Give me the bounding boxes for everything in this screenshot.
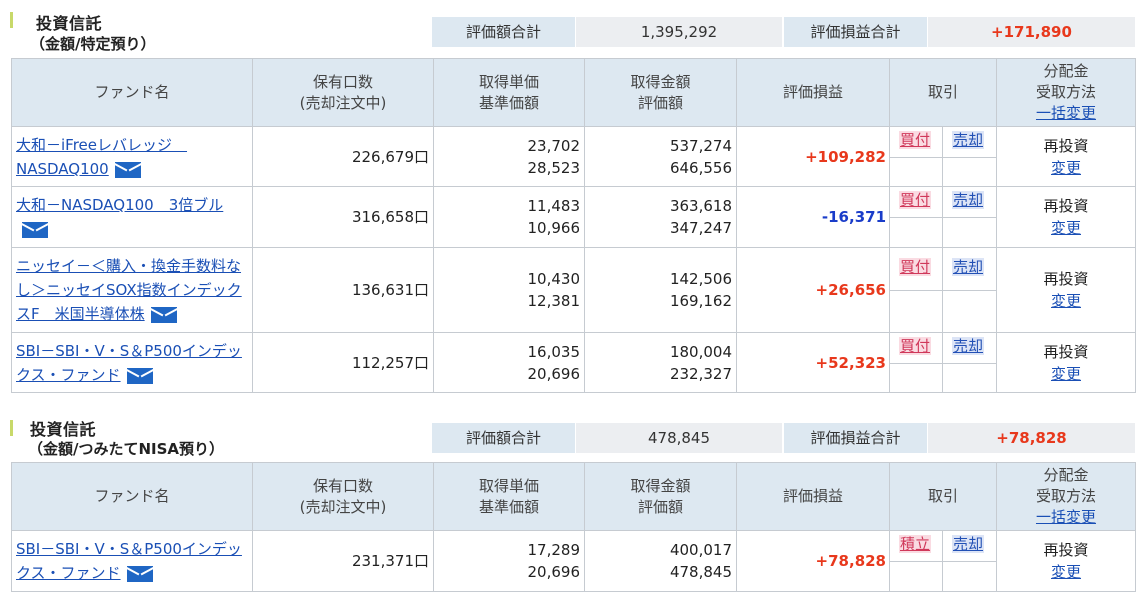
trade-cell: 買付 売却 [889, 186, 997, 248]
change-link[interactable]: 変更 [997, 363, 1135, 385]
unit-price-cell: 10,430 12,381 [433, 247, 585, 333]
header-unit-price: 取得単価 基準価額 [433, 462, 585, 531]
sell-button[interactable]: 売却 [952, 535, 985, 553]
gain-total-label: 評価損益合計 [784, 17, 927, 47]
header-gain: 評価損益 [736, 58, 890, 127]
header-distribution: 分配金 受取方法 一括変更 [996, 462, 1136, 531]
bulk-change-link[interactable]: 一括変更 [997, 103, 1135, 124]
distribution-cell: 再投資 変更 [996, 247, 1136, 333]
buy-button[interactable]: 買付 [899, 337, 932, 355]
mail-icon[interactable] [126, 565, 153, 582]
amount-cell: 537,274 646,556 [584, 126, 737, 187]
holding-units: 136,631口 [252, 247, 434, 333]
gain-value: +109,282 [736, 126, 890, 187]
buy-button[interactable]: 買付 [899, 258, 932, 276]
fund-name-cell: ニッセイ－＜購入・換金手数料なし＞ニッセイSOX指数インデックスF 米国半導体株 [11, 247, 253, 333]
holding-units: 231,371口 [252, 530, 434, 592]
fund-name-cell: 大和－iFreeレバレッジ NASDAQ100 [11, 126, 253, 187]
mail-icon[interactable] [114, 161, 141, 178]
table-row: SBI－SBI・V・S＆P500インデックス・ファンド 231,371口 17,… [11, 530, 1136, 592]
header-holding: 保有口数 (売却注文中) [252, 58, 434, 127]
bulk-change-link[interactable]: 一括変更 [997, 507, 1135, 528]
amount-cell: 180,004 232,327 [584, 332, 737, 393]
buy-button[interactable]: 買付 [899, 131, 932, 149]
amount-cell: 363,618 347,247 [584, 186, 737, 248]
holdings-table: ファンド名 保有口数 (売却注文中) 取得単価 基準価額 取得金額 評価額 評価損益 … [11, 462, 1136, 592]
unit-price-cell: 11,483 10,966 [433, 186, 585, 248]
fund-name-cell: SBI－SBI・V・S＆P500インデックス・ファンド [11, 530, 253, 592]
change-link[interactable]: 変更 [997, 561, 1135, 583]
sell-button[interactable]: 売却 [952, 337, 985, 355]
header-holding: 保有口数 (売却注文中) [252, 462, 434, 531]
header-fund: ファンド名 [11, 462, 253, 531]
distribution-cell: 再投資 変更 [996, 332, 1136, 393]
section-subtitle: （金額/特定預り） [30, 35, 156, 53]
section-title: 投資信託 [30, 420, 97, 439]
fund-name-link[interactable]: 大和－iFreeレバレッジ NASDAQ100 [16, 136, 187, 178]
header-gain: 評価損益 [736, 462, 890, 531]
fund-name-cell: SBI－SBI・V・S＆P500インデックス・ファンド [11, 332, 253, 393]
gain-total-value: +78,828 [928, 423, 1135, 453]
table-row: ニッセイ－＜購入・換金手数料なし＞ニッセイSOX指数インデックスF 米国半導体株… [11, 247, 1136, 333]
amount-cell: 142,506 169,162 [584, 247, 737, 333]
table-header-row: ファンド名 保有口数 (売却注文中) 取得単価 基準価額 取得金額 評価額 評価損益 … [11, 462, 1136, 531]
header-distribution: 分配金 受取方法 一括変更 [996, 58, 1136, 127]
buy-button[interactable]: 買付 [899, 191, 932, 209]
holding-units: 226,679口 [252, 126, 434, 187]
sell-button[interactable]: 売却 [952, 191, 985, 209]
valuation-total-label: 評価額合計 [432, 17, 575, 47]
header-fund: ファンド名 [11, 58, 253, 127]
distribution-cell: 再投資 変更 [996, 530, 1136, 592]
sell-button[interactable]: 売却 [952, 131, 985, 149]
gain-value: -16,371 [736, 186, 890, 248]
gain-total-label: 評価損益合計 [784, 423, 927, 453]
change-link[interactable]: 変更 [997, 217, 1135, 239]
fund-name-link[interactable]: 大和－NASDAQ100 3倍ブル [16, 196, 223, 214]
header-amount: 取得金額 評価額 [584, 462, 737, 531]
header-amount: 取得金額 評価額 [584, 58, 737, 127]
gain-value: +78,828 [736, 530, 890, 592]
section-subtitle: （金額/つみたてNISA預り） [28, 440, 225, 458]
header-trade: 取引 [889, 462, 997, 531]
holding-units: 316,658口 [252, 186, 434, 248]
section-marker [10, 12, 13, 28]
distribution-cell: 再投資 変更 [996, 186, 1136, 248]
unit-price-cell: 23,702 28,523 [433, 126, 585, 187]
gain-value: +52,323 [736, 332, 890, 393]
unit-price-cell: 17,289 20,696 [433, 530, 585, 592]
valuation-total-value: 1,395,292 [576, 17, 782, 47]
sell-button[interactable]: 売却 [952, 258, 985, 276]
distribution-cell: 再投資 変更 [996, 126, 1136, 187]
trade-cell: 買付 売却 [889, 332, 997, 393]
fund-name-cell: 大和－NASDAQ100 3倍ブル [11, 186, 253, 248]
mail-icon[interactable] [22, 221, 48, 238]
gain-value: +26,656 [736, 247, 890, 333]
valuation-total-label: 評価額合計 [432, 423, 575, 453]
trade-cell: 買付 売却 [889, 126, 997, 187]
valuation-total-value: 478,845 [576, 423, 782, 453]
accumulate-button[interactable]: 積立 [899, 535, 932, 553]
table-header-row: ファンド名 保有口数 (売却注文中) 取得単価 基準価額 取得金額 評価額 評価損益 … [11, 58, 1136, 127]
table-row: 大和－NASDAQ100 3倍ブル 316,658口 11,483 10,966 … [11, 186, 1136, 248]
table-row: 大和－iFreeレバレッジ NASDAQ100 226,679口 23,702 2… [11, 126, 1136, 187]
holding-units: 112,257口 [252, 332, 434, 393]
change-link[interactable]: 変更 [997, 157, 1135, 179]
table-row: SBI－SBI・V・S＆P500インデックス・ファンド 112,257口 16,… [11, 332, 1136, 393]
gain-total-value: +171,890 [928, 17, 1135, 47]
section-title: 投資信託 [36, 14, 103, 33]
mail-icon[interactable] [150, 306, 177, 323]
holdings-table: ファンド名 保有口数 (売却注文中) 取得単価 基準価額 取得金額 評価額 評価損益 … [11, 58, 1136, 393]
header-trade: 取引 [889, 58, 997, 127]
fund-name-link[interactable]: ニッセイ－＜購入・換金手数料なし＞ニッセイSOX指数インデックスF 米国半導体株 [16, 257, 242, 323]
trade-cell: 買付 売却 [889, 247, 997, 333]
header-unit-price: 取得単価 基準価額 [433, 58, 585, 127]
unit-price-cell: 16,035 20,696 [433, 332, 585, 393]
trade-cell: 積立 売却 [889, 530, 997, 592]
amount-cell: 400,017 478,845 [584, 530, 737, 592]
mail-icon[interactable] [126, 367, 153, 384]
section-marker [10, 420, 13, 436]
change-link[interactable]: 変更 [997, 290, 1135, 312]
